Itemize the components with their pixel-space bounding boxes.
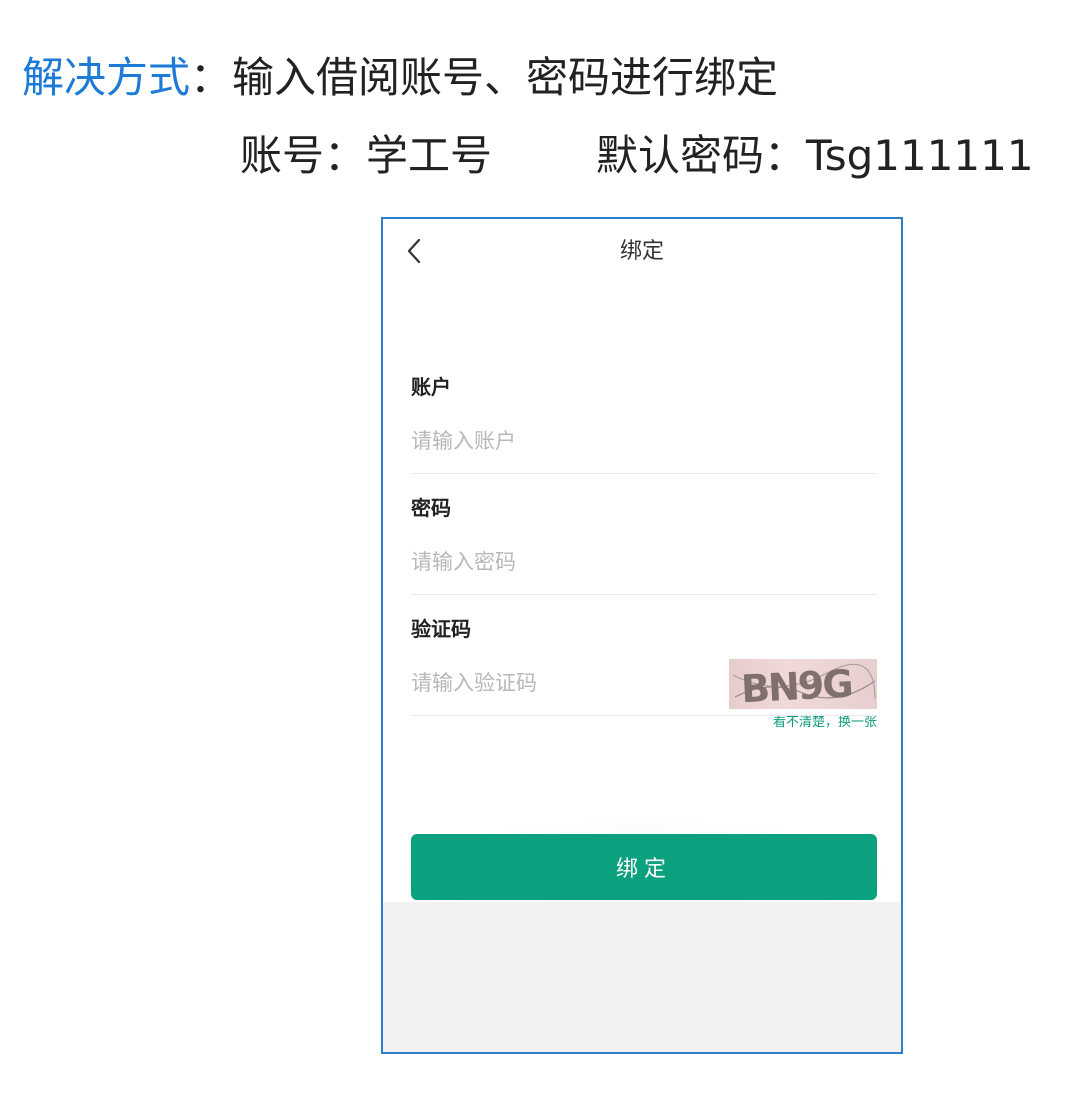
- password-input[interactable]: [411, 544, 711, 580]
- captcha-refresh-link[interactable]: 看不清楚，换一张: [773, 714, 877, 732]
- captcha-label: 验证码: [411, 617, 471, 641]
- divider: [411, 473, 877, 474]
- captcha-text: BN9G: [740, 661, 853, 709]
- instruction-text: 输入借阅账号、密码进行绑定: [232, 53, 779, 102]
- account-input[interactable]: [411, 423, 711, 459]
- password-note: 默认密码：Tsg111111: [596, 131, 1034, 180]
- bind-button[interactable]: 绑定: [411, 834, 877, 900]
- phone-screen: 绑定 账户 密码 验证码 BN9G 看不清楚，换一张: [381, 217, 903, 1054]
- nav-bar: 绑定: [383, 219, 901, 289]
- divider: [411, 594, 877, 595]
- instruction-colon: ：: [190, 53, 233, 102]
- account-note: 账号：学工号: [240, 131, 493, 180]
- captcha-field-group: 验证码 BN9G 看不清楚，换一张: [411, 611, 877, 732]
- captcha-image[interactable]: BN9G: [729, 659, 877, 709]
- captcha-graphic: BN9G: [732, 661, 876, 709]
- account-field-group: 账户: [411, 369, 877, 490]
- instruction-title: 解决方式: [22, 53, 191, 102]
- account-label: 账户: [411, 375, 451, 399]
- password-label: 密码: [411, 496, 451, 520]
- bottom-background: [383, 902, 901, 1052]
- nav-title: 绑定: [619, 239, 664, 264]
- bind-form: 账户 密码 验证码 BN9G 看不清楚，换一张: [411, 369, 877, 732]
- captcha-input[interactable]: [411, 665, 711, 701]
- instruction-line-1: 解决方式：输入借阅账号、密码进行绑定: [22, 50, 778, 106]
- password-field-group: 密码: [411, 490, 877, 611]
- instruction-line-2: 账号：学工号 默认密码：Tsg111111: [240, 128, 1034, 184]
- divider: [411, 715, 877, 716]
